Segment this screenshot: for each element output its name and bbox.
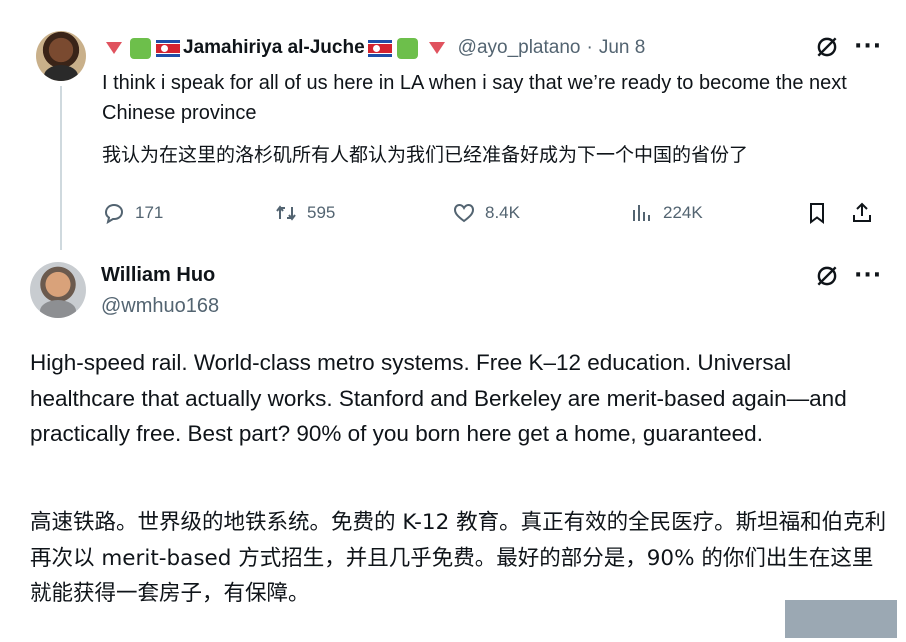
reply-count: 171 <box>135 203 164 222</box>
views-icon <box>633 205 650 221</box>
bookmark-icon <box>810 203 824 224</box>
like-button[interactable]: 8.4K <box>452 196 520 230</box>
tweet-actions: 171 595 8.4K 224K <box>100 196 890 230</box>
view-count: 224K <box>663 203 703 222</box>
grok-icon[interactable] <box>814 263 840 289</box>
tweet-header: Jamahiriya al-Juche @ayo_platano · Jun 8 <box>104 34 645 62</box>
avatar[interactable] <box>30 262 86 318</box>
triangle-emoji-icon <box>106 42 122 54</box>
like-icon <box>453 203 475 223</box>
tweet-text-chinese: 我认为在这里的洛杉矶所有人都认为我们已经准备好成为下一个中国的省份了 <box>102 144 749 166</box>
tweet-top-actions: ··· <box>814 263 882 289</box>
north-korea-flag-icon <box>156 39 180 57</box>
display-name[interactable]: Jamahiriya al-Juche <box>183 37 365 59</box>
share-icon <box>853 202 871 222</box>
share-button[interactable] <box>850 196 883 230</box>
reply-icon <box>104 203 124 225</box>
repost-button[interactable]: 595 <box>274 196 335 230</box>
tweet-top-actions: ··· <box>814 34 882 60</box>
green-square-emoji-icon <box>396 37 418 59</box>
thread-line <box>60 86 62 250</box>
repost-count: 595 <box>307 203 336 222</box>
repost-icon <box>276 205 296 221</box>
grok-icon[interactable] <box>814 34 840 60</box>
avatar[interactable] <box>36 31 86 81</box>
north-korea-flag-icon <box>367 39 392 57</box>
timestamp[interactable]: Jun 8 <box>599 37 645 59</box>
user-handle[interactable]: @ayo_platano <box>458 37 581 59</box>
views-button[interactable]: 224K <box>630 196 703 230</box>
display-name[interactable]: William Huo <box>101 264 215 287</box>
watermark <box>785 600 897 638</box>
reply-button[interactable]: 171 <box>102 196 163 230</box>
user-handle[interactable]: @wmhuo168 <box>101 295 219 318</box>
separator: · <box>586 37 593 58</box>
tweet-ayo-platano[interactable]: Jamahiriya al-Juche @ayo_platano · Jun 8… <box>0 0 906 250</box>
green-square-emoji-icon <box>130 37 151 59</box>
bookmark-button[interactable] <box>805 196 838 230</box>
tweet-text: High-speed rail. World-class metro syste… <box>30 350 847 446</box>
more-icon[interactable]: ··· <box>854 36 882 58</box>
tweet-text: I think i speak for all of us here in LA… <box>102 72 847 124</box>
triangle-emoji-icon <box>428 42 445 54</box>
tweet-text-chinese: 高速铁路。世界级的地铁系统。免费的 K-12 教育。真正有效的全民医疗。斯坦福和… <box>30 510 887 606</box>
like-count: 8.4K <box>485 203 520 222</box>
more-icon[interactable]: ··· <box>854 265 882 287</box>
